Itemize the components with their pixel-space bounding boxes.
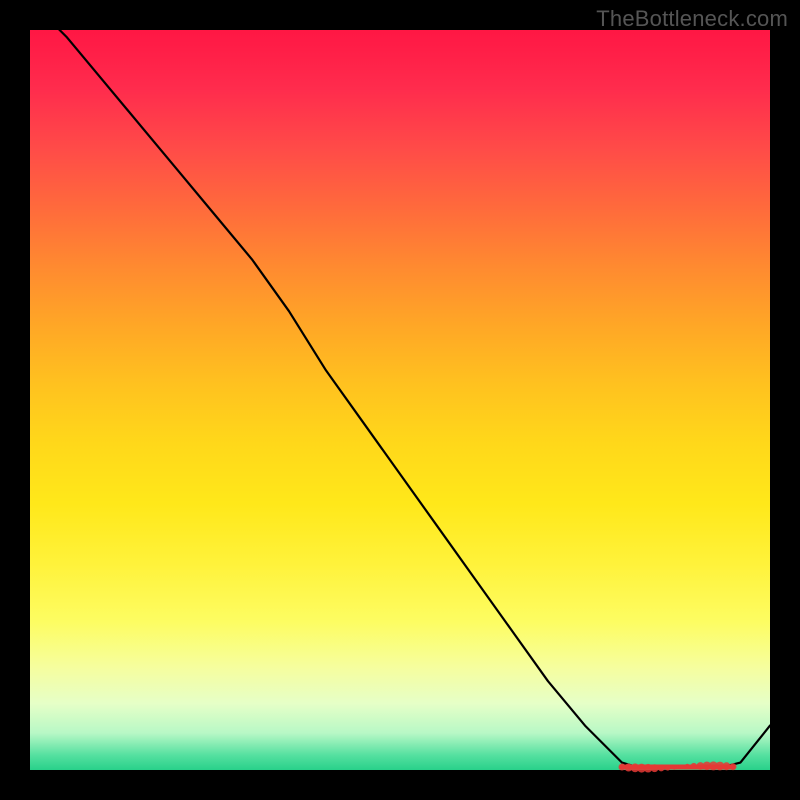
minimum-marker [685, 764, 691, 770]
minimum-marker-band [619, 761, 737, 772]
minimum-marker [678, 765, 683, 770]
minimum-marker [651, 764, 659, 772]
chart-svg [30, 30, 770, 770]
minimum-marker [658, 765, 665, 772]
plot-area [30, 30, 770, 770]
minimum-marker [730, 763, 737, 770]
bottleneck-curve [30, 0, 770, 768]
minimum-marker [691, 763, 698, 770]
minimum-marker [672, 765, 677, 770]
minimum-marker [723, 762, 731, 770]
watermark-text: TheBottleneck.com [596, 6, 788, 32]
minimum-marker [619, 764, 626, 771]
minimum-marker [665, 765, 671, 771]
chart-frame: TheBottleneck.com [0, 0, 800, 800]
